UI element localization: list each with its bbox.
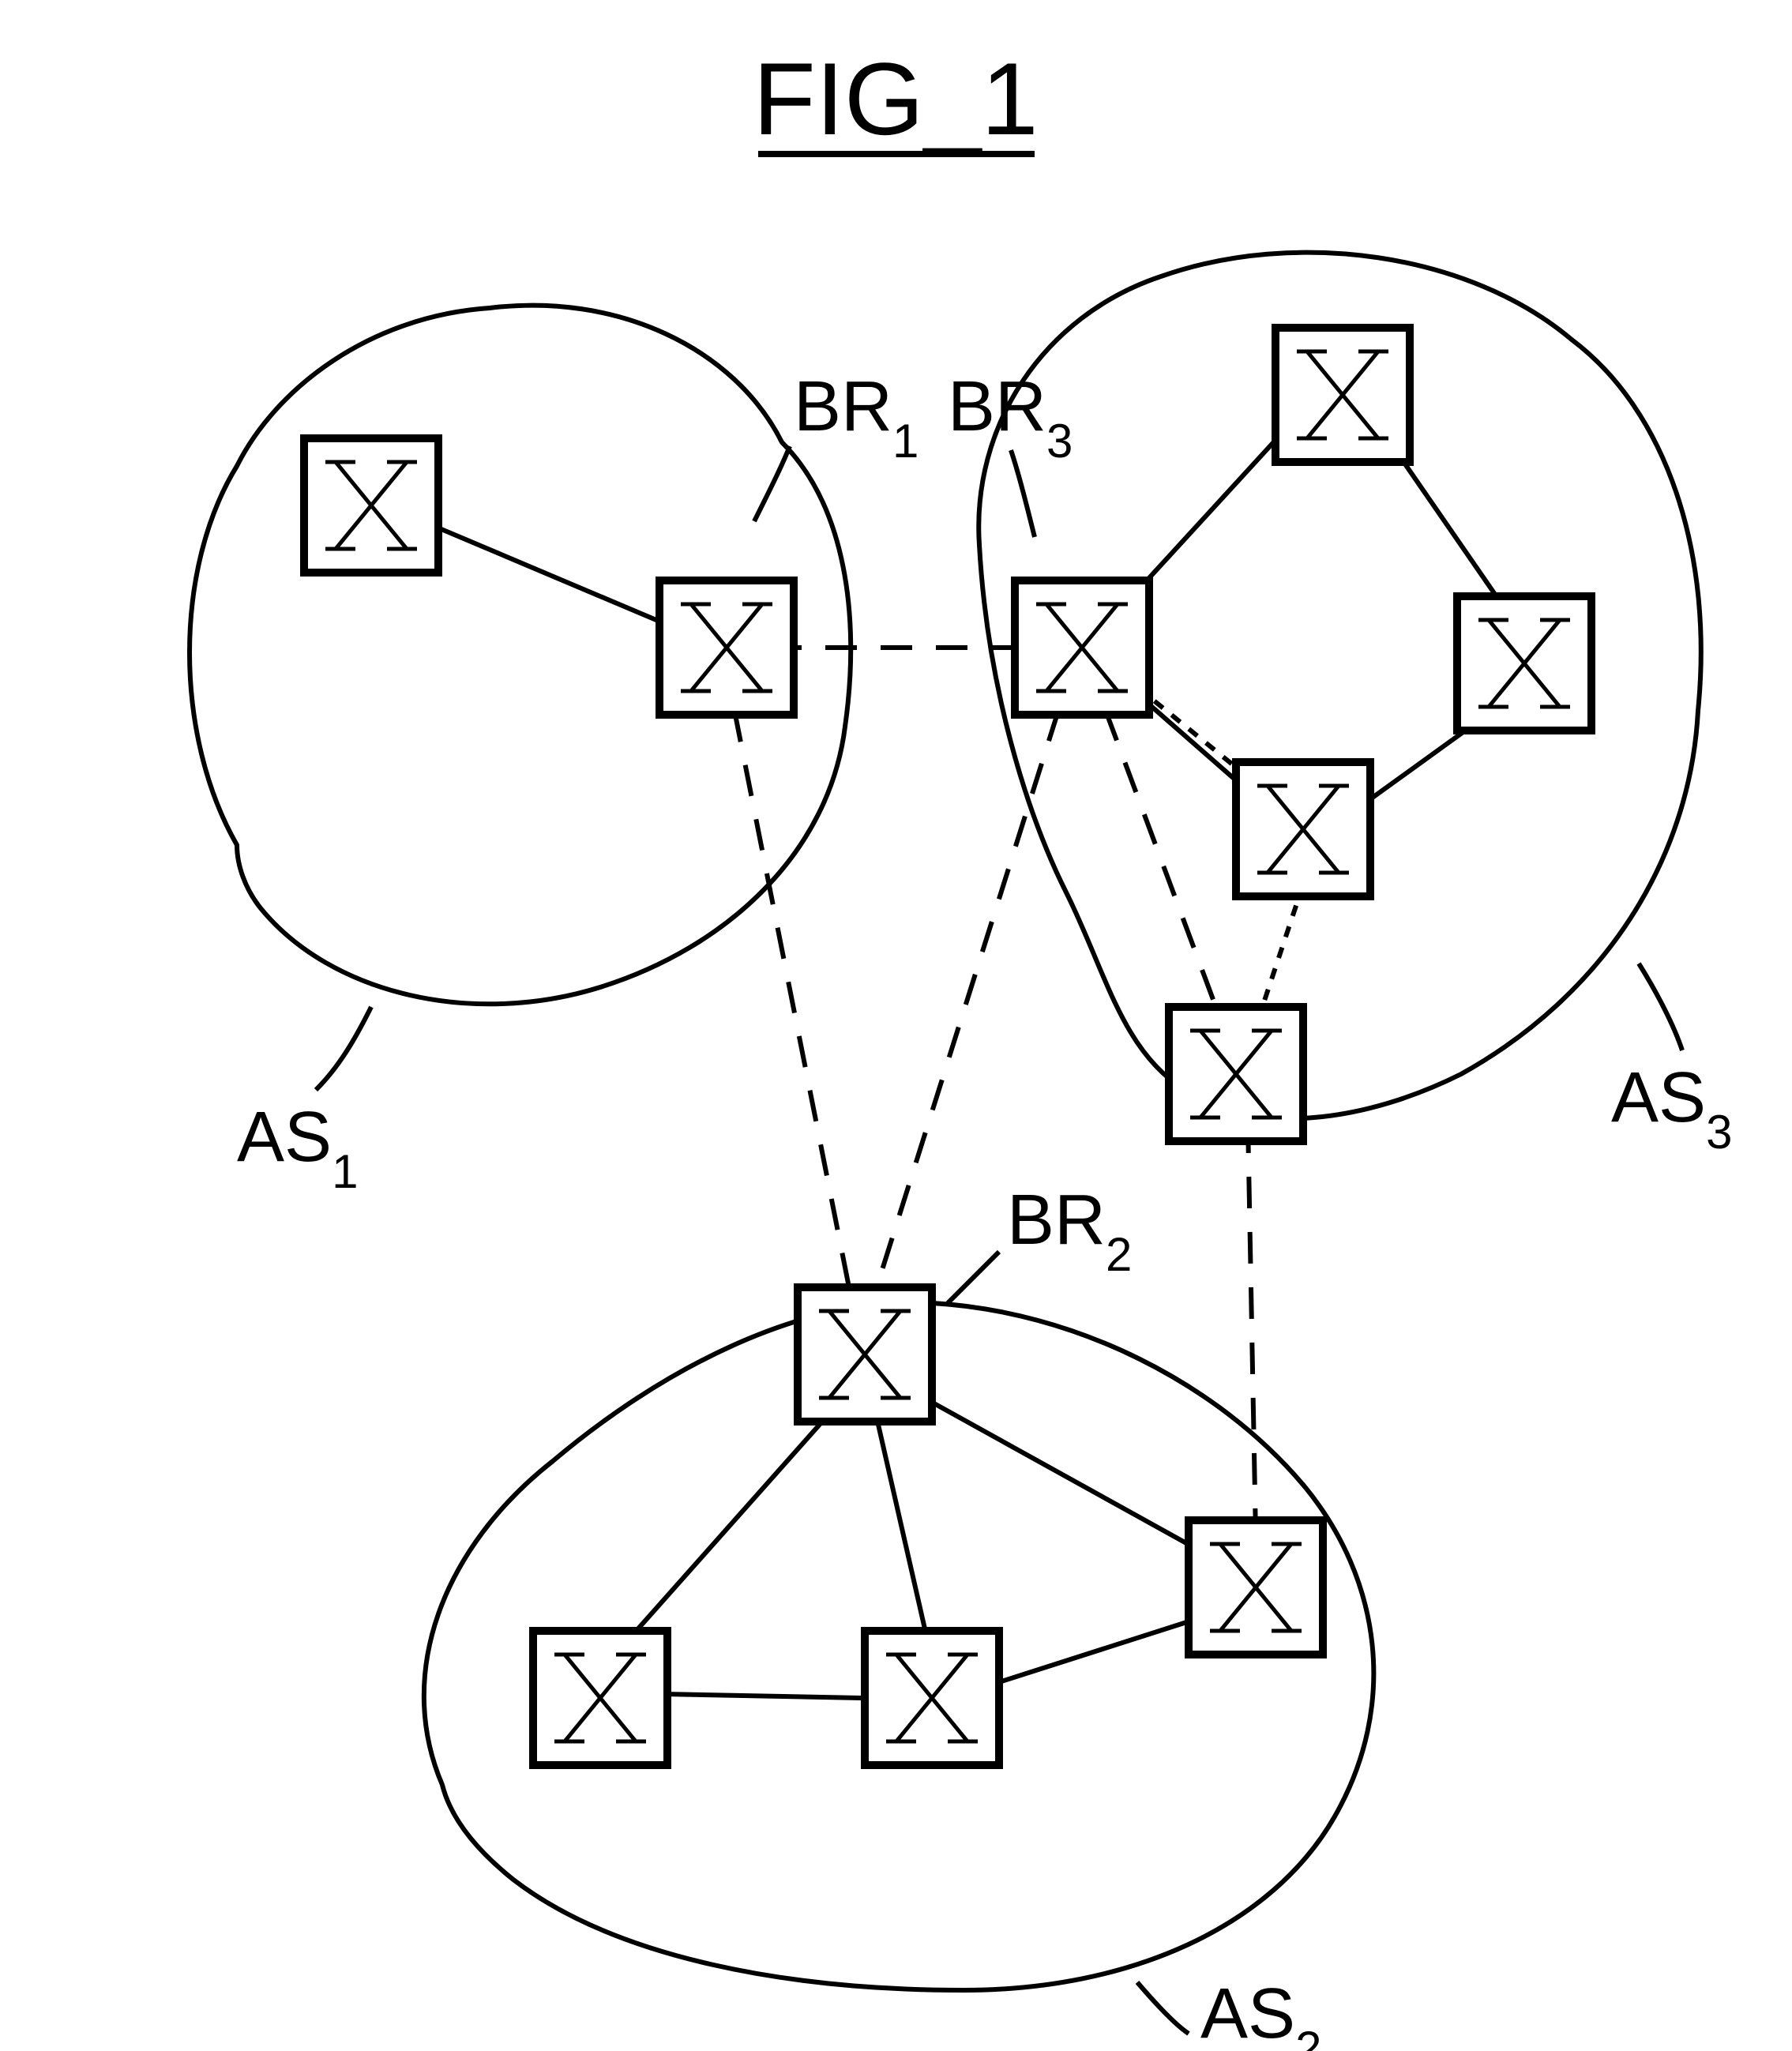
leader-line — [316, 1007, 371, 1090]
leader-line — [1639, 964, 1682, 1050]
figure-diagram: FIG_1 — [0, 0, 1792, 2051]
link-solid — [663, 1694, 861, 1698]
label-as1: AS1 — [237, 1098, 358, 1198]
leader-line — [754, 446, 790, 521]
leader-line — [1137, 1982, 1189, 2034]
leader-line — [948, 1252, 999, 1303]
figure-title: FIG_1 — [753, 41, 1038, 156]
router-icon — [1275, 328, 1410, 462]
router-icon — [304, 438, 438, 573]
label-br1: BR1 — [794, 367, 919, 468]
router-icon — [1169, 1007, 1303, 1141]
router-icon — [533, 1631, 667, 1765]
router-icon — [865, 1631, 999, 1765]
label-br2: BR2 — [1007, 1181, 1132, 1281]
link-solid — [877, 1418, 928, 1643]
router-icon — [1236, 762, 1370, 896]
link-solid — [924, 1398, 1216, 1560]
label-as2: AS2 — [1200, 1974, 1321, 2051]
router-icon — [1457, 596, 1591, 731]
router-icon — [1015, 580, 1149, 715]
router-icon — [659, 580, 794, 715]
label-as3: AS3 — [1611, 1058, 1732, 1159]
leader-line — [1011, 450, 1035, 537]
router-icon — [798, 1287, 932, 1422]
router-icon — [1189, 1520, 1323, 1655]
link-solid — [999, 1619, 1197, 1682]
link-dash-long — [734, 711, 849, 1287]
link-solid — [1390, 442, 1505, 608]
link-solid — [608, 1414, 829, 1662]
link-dash-long — [1248, 1121, 1256, 1536]
